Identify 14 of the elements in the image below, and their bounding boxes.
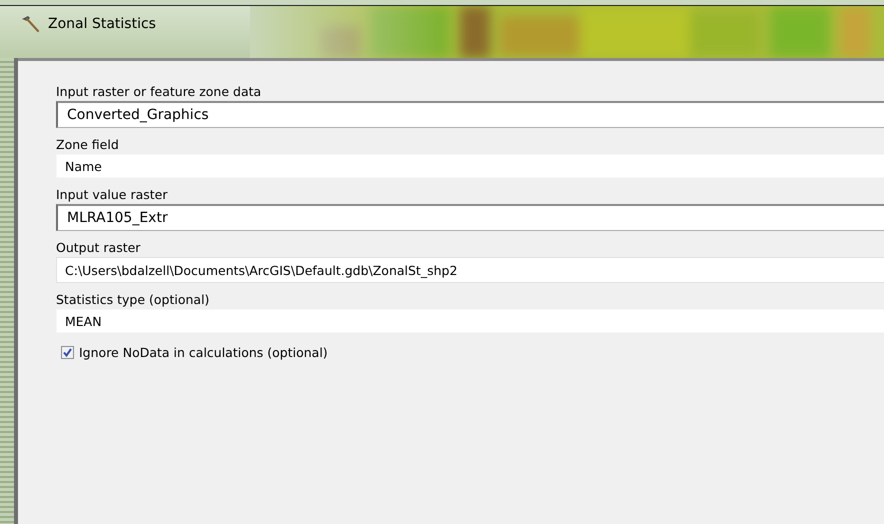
field-label: Input raster or feature zone data <box>56 83 262 101</box>
text-field[interactable]: C:\Users\bdalzell\Documents\ArcGIS\Default.gdb\ZonalSt_shp2 <box>56 257 884 283</box>
field-label: Statistics type (optional) <box>56 291 210 309</box>
field-label: Zone field <box>56 136 120 154</box>
field-label: Input value raster <box>56 186 168 204</box>
dropdown-field[interactable]: Name <box>56 154 884 178</box>
input-field[interactable]: MLRA105_Extr <box>56 204 884 231</box>
input-field[interactable]: Converted_Graphics <box>56 101 884 128</box>
field-label: Output raster <box>56 239 142 257</box>
window-title: Zonal Statistics <box>48 16 156 32</box>
checkbox[interactable] <box>61 346 74 359</box>
hammer-icon <box>20 14 40 34</box>
checkbox-label: Ignore NoData in calculations (optional) <box>79 345 328 360</box>
dropdown-field[interactable]: MEAN <box>56 309 884 333</box>
